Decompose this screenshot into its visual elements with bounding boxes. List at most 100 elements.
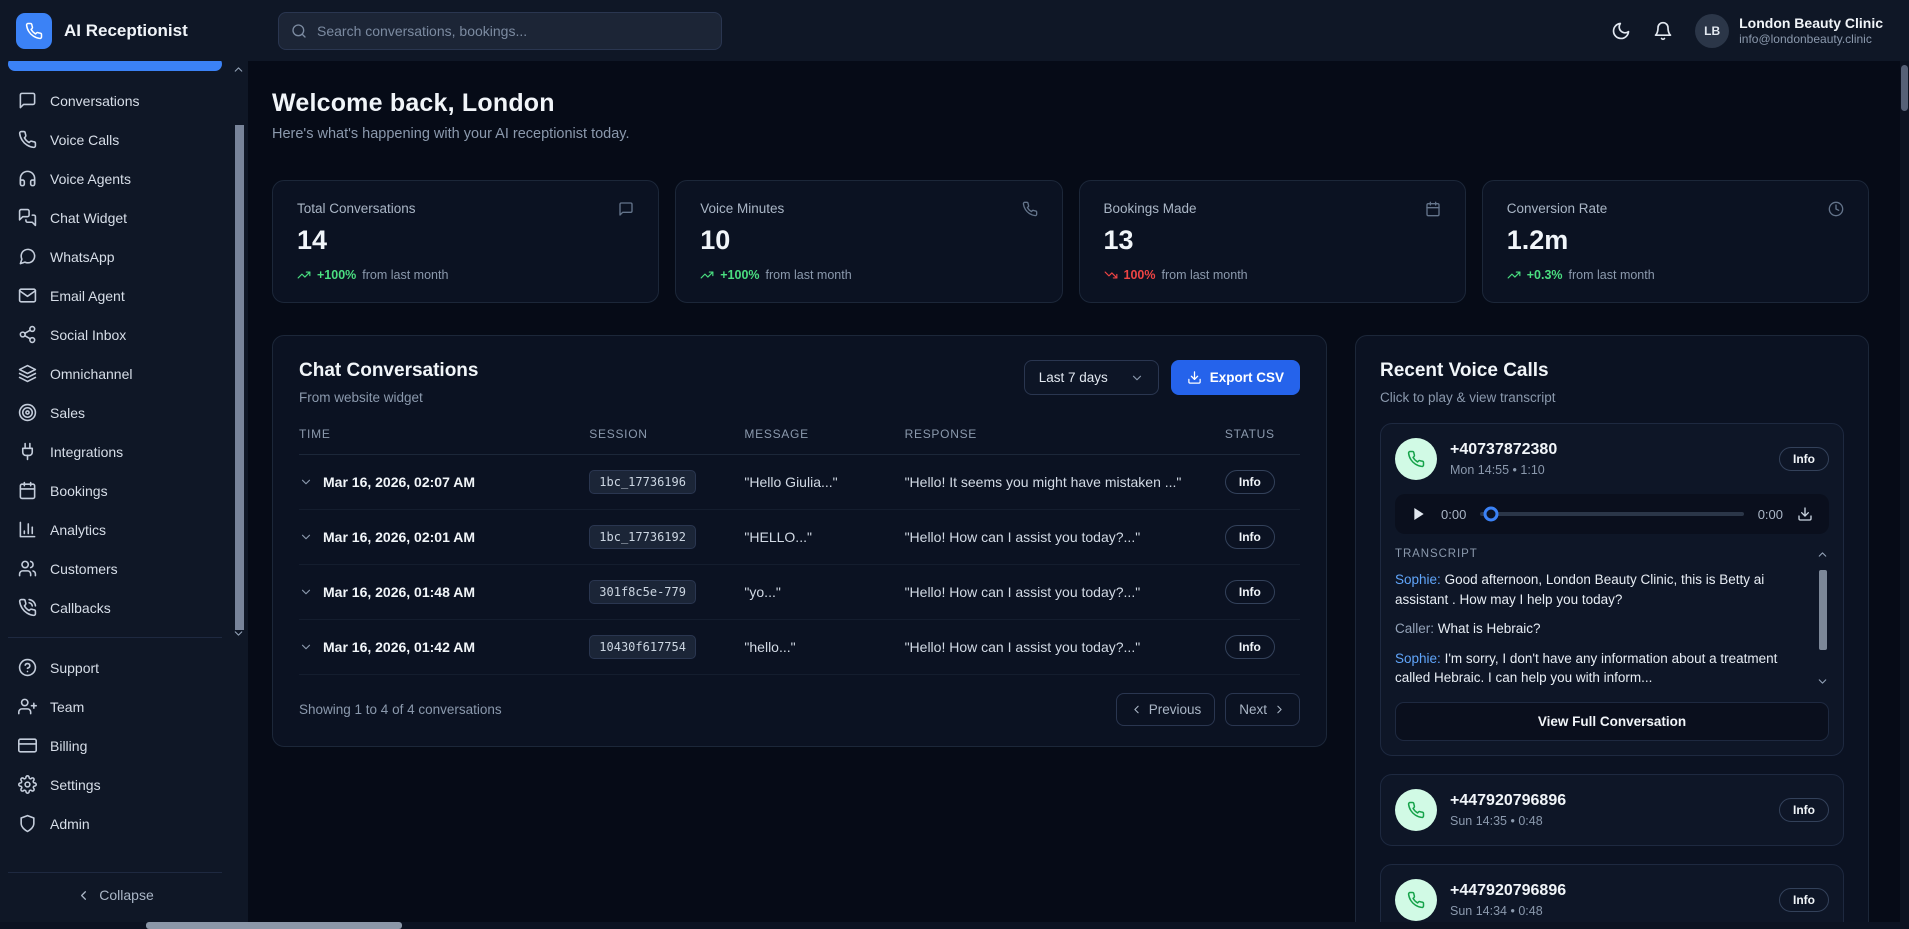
call-phone-number: +447920796896 — [1450, 792, 1566, 810]
audio-player: 0:00 0:00 — [1395, 494, 1829, 534]
stat-trend-text: from last month — [766, 268, 852, 282]
sidebar-item-omnichannel[interactable]: Omnichannel — [8, 354, 222, 393]
chevron-right-icon — [1273, 703, 1286, 716]
column-header-message: MESSAGE — [744, 427, 904, 455]
voice-call-card[interactable]: +447920796896 Sun 14:34 • 0:48 Info — [1380, 864, 1844, 929]
sidebar-item-billing[interactable]: Billing — [8, 726, 222, 765]
chevron-down-icon[interactable] — [299, 475, 313, 489]
transcript-scrollbar[interactable] — [1815, 548, 1829, 688]
speaker-name: Caller: — [1395, 621, 1434, 636]
info-button[interactable]: Info — [1225, 635, 1275, 659]
info-button[interactable]: Info — [1779, 447, 1829, 471]
chevron-left-icon — [76, 888, 91, 903]
table-row[interactable]: Mar 16, 2026, 01:48 AM 301f8c5e-779 "yo.… — [299, 565, 1300, 620]
call-avatar — [1395, 879, 1437, 921]
search-bar[interactable] — [278, 12, 722, 50]
sidebar-active-item-partial[interactable] — [8, 61, 222, 71]
sidebar-item-label: Support — [50, 660, 99, 676]
conversations-table: TIME SESSION MESSAGE RESPONSE STATUS Mar… — [299, 427, 1300, 675]
pagination-summary: Showing 1 to 4 of 4 conversations — [299, 702, 502, 717]
info-button[interactable]: Info — [1225, 580, 1275, 604]
sidebar-item-team[interactable]: Team — [8, 687, 222, 726]
chevron-left-icon — [1130, 703, 1143, 716]
sidebar-item-customers[interactable]: Customers — [8, 549, 222, 588]
stat-value: 1.2m — [1507, 225, 1844, 256]
voice-call-card-expanded[interactable]: +40737872380 Mon 14:55 • 1:10 Info 0:00 … — [1380, 423, 1844, 756]
voice-panel-title: Recent Voice Calls — [1380, 360, 1844, 382]
sidebar-scrollbar[interactable] — [230, 61, 248, 929]
next-page-button[interactable]: Next — [1225, 693, 1300, 726]
previous-page-button[interactable]: Previous — [1116, 693, 1216, 726]
table-row[interactable]: Mar 16, 2026, 02:01 AM 1bc_17736192 "HEL… — [299, 510, 1300, 565]
notifications-bell-icon[interactable] — [1653, 21, 1673, 41]
collapse-sidebar-button[interactable]: Collapse — [8, 872, 222, 919]
next-label: Next — [1239, 702, 1267, 717]
conversation-message: "hello..." — [744, 620, 904, 675]
voice-call-card[interactable]: +447920796896 Sun 14:35 • 0:48 Info — [1380, 774, 1844, 846]
sidebar-item-settings[interactable]: Settings — [8, 765, 222, 804]
info-button[interactable]: Info — [1225, 525, 1275, 549]
horizontal-scroll-thumb[interactable] — [146, 922, 402, 929]
sidebar-divider — [8, 637, 222, 638]
info-button[interactable]: Info — [1779, 798, 1829, 822]
sidebar-item-bookings[interactable]: Bookings — [8, 471, 222, 510]
play-icon[interactable] — [1411, 506, 1427, 522]
page-vertical-scrollbar[interactable] — [1900, 61, 1909, 929]
sidebar-item-conversations[interactable]: Conversations — [8, 81, 222, 120]
sidebar: Conversations Voice Calls Voice Agents C… — [0, 61, 248, 929]
vertical-scroll-thumb[interactable] — [1901, 65, 1908, 111]
theme-toggle-moon-icon[interactable] — [1611, 21, 1631, 41]
page-horizontal-scrollbar[interactable] — [0, 922, 1909, 929]
stat-trend-pct: 100% — [1124, 268, 1156, 282]
table-row[interactable]: Mar 16, 2026, 01:42 AM 10430f617754 "hel… — [299, 620, 1300, 675]
sidebar-item-whatsapp[interactable]: WhatsApp — [8, 237, 222, 276]
stat-trend-pct: +100% — [720, 268, 759, 282]
sidebar-item-email-agent[interactable]: Email Agent — [8, 276, 222, 315]
chevron-down-icon[interactable] — [1816, 675, 1829, 688]
export-csv-button[interactable]: Export CSV — [1171, 360, 1300, 395]
sidebar-item-label: Voice Agents — [50, 171, 131, 187]
search-input[interactable] — [317, 23, 709, 39]
stat-trend-text: from last month — [362, 268, 448, 282]
transcript-message: Caller: What is Hebraic? — [1395, 619, 1807, 639]
chevron-down-icon[interactable] — [232, 627, 245, 640]
transcript-scroll-thumb[interactable] — [1819, 570, 1827, 650]
player-seek-slider[interactable] — [1480, 512, 1743, 516]
chevron-down-icon[interactable] — [299, 640, 313, 654]
conversation-message: "yo..." — [744, 565, 904, 620]
call-meta: Sun 14:35 • 0:48 — [1450, 814, 1566, 828]
column-header-response: RESPONSE — [905, 427, 1225, 455]
sidebar-item-callbacks[interactable]: Callbacks — [8, 588, 222, 627]
sidebar-item-voice-agents[interactable]: Voice Agents — [8, 159, 222, 198]
view-full-conversation-button[interactable]: View Full Conversation — [1395, 702, 1829, 741]
sidebar-scroll-thumb[interactable] — [235, 125, 244, 630]
chevron-up-icon[interactable] — [1816, 548, 1829, 561]
stat-card-voice-minutes: Voice Minutes 10 +100% from last month — [675, 180, 1062, 303]
player-slider-thumb[interactable] — [1483, 507, 1498, 522]
sidebar-item-sales[interactable]: Sales — [8, 393, 222, 432]
sidebar-item-voice-calls[interactable]: Voice Calls — [8, 120, 222, 159]
stat-value: 13 — [1104, 225, 1441, 256]
date-range-select[interactable]: Last 7 days — [1024, 360, 1159, 395]
download-icon[interactable] — [1797, 506, 1813, 522]
sidebar-item-admin[interactable]: Admin — [8, 804, 222, 843]
chevron-up-icon[interactable] — [232, 63, 245, 76]
table-row[interactable]: Mar 16, 2026, 02:07 AM 1bc_17736196 "Hel… — [299, 455, 1300, 510]
info-button[interactable]: Info — [1779, 888, 1829, 912]
account-name: London Beauty Clinic — [1739, 15, 1883, 32]
sidebar-item-analytics[interactable]: Analytics — [8, 510, 222, 549]
sidebar-item-label: Bookings — [50, 483, 108, 499]
chevron-down-icon[interactable] — [299, 585, 313, 599]
info-button[interactable]: Info — [1225, 470, 1275, 494]
target-icon — [18, 403, 37, 422]
user-plus-icon — [18, 697, 37, 716]
main-content: Welcome back, London Here's what's happe… — [248, 61, 1909, 929]
gear-icon — [18, 775, 37, 794]
sidebar-item-social-inbox[interactable]: Social Inbox — [8, 315, 222, 354]
chevron-down-icon[interactable] — [299, 530, 313, 544]
collapse-label: Collapse — [99, 887, 153, 903]
account-menu[interactable]: LB London Beauty Clinic info@londonbeaut… — [1695, 14, 1883, 48]
sidebar-item-support[interactable]: Support — [8, 648, 222, 687]
sidebar-item-chat-widget[interactable]: Chat Widget — [8, 198, 222, 237]
sidebar-item-integrations[interactable]: Integrations — [8, 432, 222, 471]
